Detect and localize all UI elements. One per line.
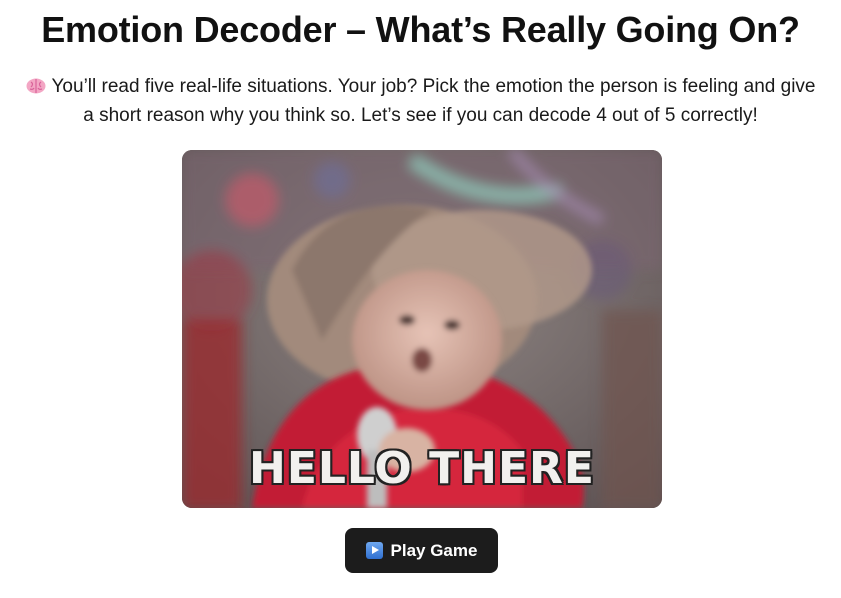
- intro-text-block: You’ll read five real-life situations. Y…: [20, 72, 821, 130]
- play-game-button[interactable]: Play Game: [345, 528, 498, 573]
- play-game-label: Play Game: [390, 540, 478, 560]
- page-title: Emotion Decoder – What’s Really Going On…: [41, 9, 800, 50]
- hello-there-gif: HELLO THERE: [182, 150, 662, 508]
- page: Emotion Decoder – What’s Really Going On…: [0, 0, 841, 598]
- brain-icon: [26, 74, 46, 94]
- play-button-icon: [365, 542, 383, 559]
- gif-caption: HELLO THERE: [249, 443, 595, 494]
- intro-text: You’ll read five real-life situations. Y…: [51, 76, 816, 126]
